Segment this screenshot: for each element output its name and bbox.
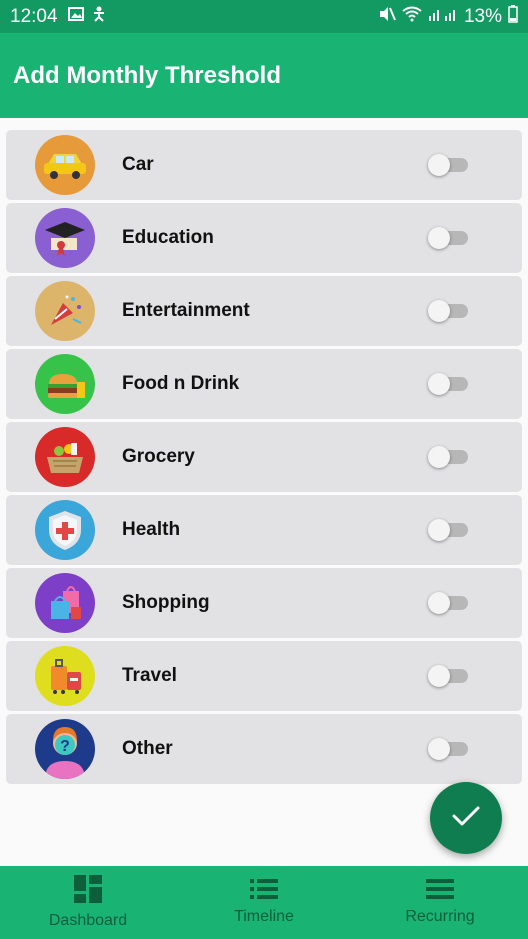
category-toggle[interactable]: [428, 592, 468, 614]
category-label: Education: [122, 227, 214, 248]
category-row-car[interactable]: Car: [6, 130, 522, 200]
app-bar: Add Monthly Threshold: [0, 33, 528, 118]
category-toggle[interactable]: [428, 519, 468, 541]
confirm-fab[interactable]: [430, 782, 502, 854]
dashboard-icon: [74, 875, 102, 908]
category-toggle[interactable]: [428, 300, 468, 322]
nav-label: Dashboard: [48, 912, 128, 929]
svg-text:?: ?: [60, 738, 70, 755]
battery-percent: 13%: [463, 5, 502, 27]
burger-icon: [35, 354, 95, 414]
nav-dashboard[interactable]: Dashboard: [0, 866, 176, 939]
shopping-bags-icon: [35, 573, 95, 633]
category-label: Entertainment: [122, 300, 250, 321]
status-time: 12:04: [10, 5, 58, 27]
basket-icon: [35, 427, 95, 487]
page-title: Add Monthly Threshold: [13, 61, 281, 89]
signal-icon: [428, 6, 458, 27]
status-bar: 12:04 13%: [0, 0, 528, 33]
category-label: Other: [122, 738, 173, 759]
graduation-cap-icon: [35, 208, 95, 268]
luggage-icon: [35, 646, 95, 706]
category-row-food-n-drink[interactable]: Food n Drink: [6, 349, 522, 419]
category-toggle[interactable]: [428, 738, 468, 760]
category-label: Car: [122, 154, 154, 175]
wifi-icon: [402, 6, 422, 27]
bottom-nav: Dashboard Timeline Recurring: [0, 866, 528, 939]
category-row-grocery[interactable]: Grocery: [6, 422, 522, 492]
category-label: Health: [122, 519, 181, 540]
car-icon: [35, 135, 95, 195]
question-person-icon: ?: [35, 719, 95, 779]
check-icon: [451, 805, 481, 832]
category-toggle[interactable]: [428, 154, 468, 176]
category-row-travel[interactable]: Travel: [6, 641, 522, 711]
nav-label: Recurring: [405, 908, 475, 925]
mute-icon: [378, 6, 396, 27]
category-label: Food n Drink: [122, 373, 240, 394]
category-row-other[interactable]: ? Other: [6, 714, 522, 784]
category-toggle[interactable]: [428, 665, 468, 687]
status-right: 13%: [378, 5, 518, 28]
accessibility-icon: [92, 6, 106, 27]
category-label: Grocery: [122, 446, 195, 467]
menu-icon: [426, 879, 454, 904]
category-row-education[interactable]: Education: [6, 203, 522, 273]
nav-label: Timeline: [234, 908, 294, 925]
category-toggle[interactable]: [428, 227, 468, 249]
category-label: Shopping: [122, 592, 210, 613]
party-popper-icon: [35, 281, 95, 341]
category-row-entertainment[interactable]: Entertainment: [6, 276, 522, 346]
battery-icon: [508, 5, 518, 28]
category-row-health[interactable]: Health: [6, 495, 522, 565]
nav-recurring[interactable]: Recurring: [352, 866, 528, 939]
shield-cross-icon: [35, 500, 95, 560]
nav-timeline[interactable]: Timeline: [176, 866, 352, 939]
list-icon: [250, 879, 278, 904]
category-row-shopping[interactable]: Shopping: [6, 568, 522, 638]
image-icon: [67, 7, 84, 26]
category-toggle[interactable]: [428, 373, 468, 395]
category-toggle[interactable]: [428, 446, 468, 468]
category-label: Travel: [122, 665, 177, 686]
